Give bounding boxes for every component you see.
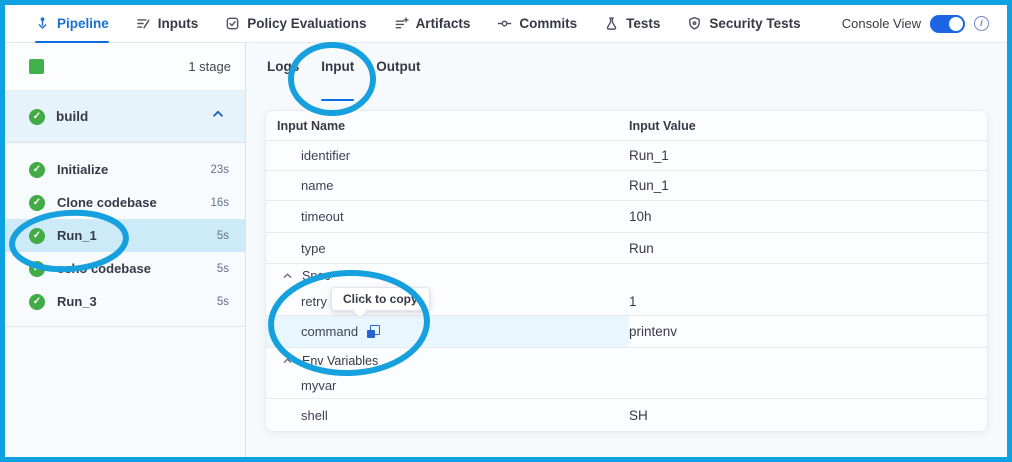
input-value: printenv — [629, 324, 987, 339]
table-row: name Run_1 — [266, 171, 987, 201]
input-name-retry[interactable]: retry — [266, 294, 629, 309]
success-check-icon — [29, 294, 45, 310]
step-run-3[interactable]: Run_3 5s — [5, 285, 245, 318]
stage-count: 1 stage — [188, 59, 231, 74]
tab-label: Tests — [626, 16, 660, 31]
input-name-shell[interactable]: shell — [266, 408, 629, 423]
tab-label: Commits — [519, 16, 577, 31]
tab-label: Security Tests — [709, 16, 800, 31]
column-header-input-value: Input Value — [629, 119, 987, 133]
step-initialize[interactable]: Initialize 23s — [5, 153, 245, 186]
input-name-type[interactable]: type — [266, 241, 629, 256]
input-value: Run_1 — [629, 148, 987, 163]
chevron-up-icon — [282, 355, 293, 366]
input-table-card: Input Name Input Value identifier Run_1 … — [265, 110, 988, 432]
step-duration: 23s — [210, 164, 229, 176]
tab-commits[interactable]: Commits — [497, 5, 577, 42]
section-title: Env Variables — [302, 354, 378, 368]
table-row-command: command printenv — [266, 316, 987, 348]
tab-pipeline[interactable]: Pipeline — [35, 5, 109, 42]
step-name: Run_3 — [57, 294, 97, 309]
table-row: timeout 10h — [266, 201, 987, 233]
input-name-identifier[interactable]: identifier — [266, 148, 629, 163]
stage-row-build[interactable]: build — [5, 91, 245, 143]
tooltip-label: Click to copy — [343, 292, 418, 306]
table-row: type Run — [266, 233, 987, 264]
step-echo-codebase[interactable]: echo codebase 5s — [5, 252, 245, 285]
column-header-input-name: Input Name — [266, 119, 629, 133]
top-nav: Pipeline Inputs Policy Evaluations Artif… — [5, 5, 1007, 43]
tab-label: Pipeline — [57, 16, 109, 31]
step-duration: 5s — [217, 263, 229, 275]
tab-policy-evaluations[interactable]: Policy Evaluations — [225, 5, 366, 42]
stage-status-square — [29, 59, 44, 74]
click-to-copy-tooltip: Click to copy — [331, 287, 430, 311]
step-run-1[interactable]: Run_1 5s — [5, 219, 245, 252]
policy-evaluations-icon — [225, 16, 240, 31]
console-view-toggle[interactable] — [930, 15, 965, 33]
step-detail-panel: Logs Input Output Input Name Input Value… — [246, 43, 1007, 457]
tab-label: Inputs — [158, 16, 199, 31]
nav-right: Console View — [842, 5, 1007, 42]
input-value: 1 — [629, 294, 987, 309]
input-value: 10h — [629, 209, 987, 224]
commits-icon — [497, 16, 512, 31]
table-row: shell SH — [266, 399, 987, 432]
stage-summary-header: 1 stage — [5, 43, 245, 91]
input-name-name[interactable]: name — [266, 178, 629, 193]
step-list: Initialize 23s Clone codebase 16s Run_1 … — [5, 143, 245, 327]
input-value: Run_1 — [629, 178, 987, 193]
tab-label: Artifacts — [416, 16, 471, 31]
step-name: Run_1 — [57, 228, 97, 243]
tab-label: Policy Evaluations — [247, 16, 366, 31]
chevron-up-icon[interactable] — [211, 107, 225, 126]
tab-artifacts[interactable]: Artifacts — [394, 5, 471, 42]
inputs-icon — [136, 16, 151, 31]
input-name-label: command — [301, 324, 358, 339]
tab-logs[interactable]: Logs — [267, 59, 299, 93]
step-name: Initialize — [57, 162, 108, 177]
info-icon[interactable] — [974, 16, 989, 31]
step-name: echo codebase — [57, 261, 151, 276]
tab-inputs[interactable]: Inputs — [136, 5, 199, 42]
input-name-myvar[interactable]: myvar — [266, 378, 629, 393]
step-duration: 5s — [217, 296, 229, 308]
section-title: Spec — [302, 269, 331, 283]
input-name-command[interactable]: command — [266, 316, 629, 347]
artifacts-icon — [394, 16, 409, 31]
tab-output[interactable]: Output — [376, 59, 420, 93]
success-check-icon — [29, 228, 45, 244]
section-header-env-variables[interactable]: Env Variables — [266, 348, 987, 373]
success-check-icon — [29, 261, 45, 277]
step-duration: 16s — [210, 197, 229, 209]
input-value: Run — [629, 241, 987, 256]
step-clone-codebase[interactable]: Clone codebase 16s — [5, 186, 245, 219]
success-check-icon — [29, 162, 45, 178]
table-row: myvar — [266, 373, 987, 399]
table-row: identifier Run_1 — [266, 141, 987, 171]
tests-icon — [604, 16, 619, 31]
table-header-row: Input Name Input Value — [266, 111, 987, 141]
success-check-icon — [29, 195, 45, 211]
section-header-spec[interactable]: Spec — [266, 264, 987, 287]
execution-sidebar: 1 stage build Initialize 23s Clone codeb… — [5, 43, 246, 457]
copy-icon[interactable] — [367, 325, 380, 338]
tab-security-tests[interactable]: Security Tests — [687, 5, 800, 42]
detail-tabs: Logs Input Output — [246, 43, 1007, 93]
console-view-label: Console View — [842, 16, 921, 31]
tab-input[interactable]: Input — [321, 59, 354, 93]
pipeline-icon — [35, 16, 50, 31]
security-tests-icon — [687, 16, 702, 31]
chevron-up-icon — [282, 270, 293, 281]
tab-tests[interactable]: Tests — [604, 5, 660, 42]
input-name-timeout[interactable]: timeout — [266, 209, 629, 224]
stage-name: build — [56, 109, 88, 124]
input-value: SH — [629, 408, 987, 423]
app-window: Pipeline Inputs Policy Evaluations Artif… — [0, 0, 1012, 462]
step-name: Clone codebase — [57, 195, 157, 210]
step-duration: 5s — [217, 230, 229, 242]
success-check-icon — [29, 109, 45, 125]
